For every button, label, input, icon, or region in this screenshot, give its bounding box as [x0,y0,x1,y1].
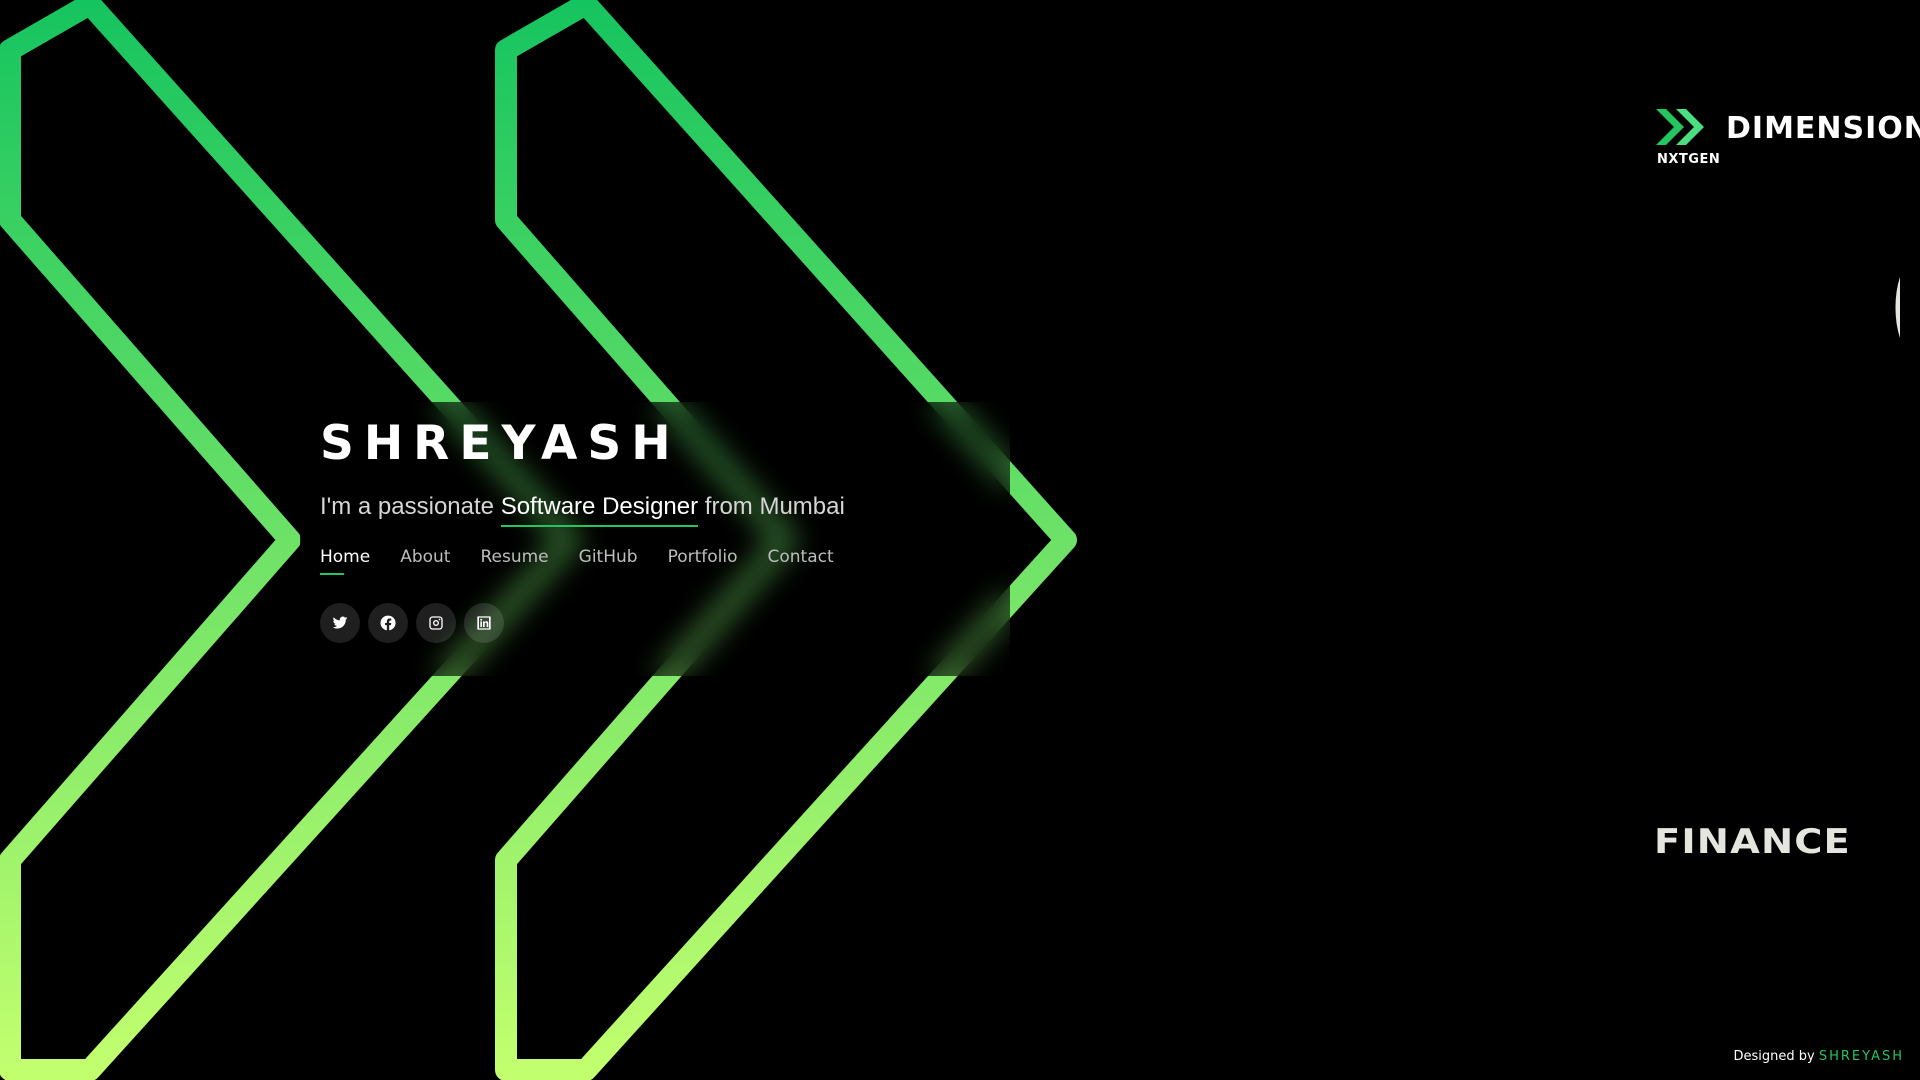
linkedin-icon [477,616,491,630]
footer-author: SHREYASH [1818,1049,1904,1064]
subtitle-prefix: I'm a passionate [320,493,501,520]
instagram-icon [429,616,443,630]
nav-about[interactable]: About [400,547,450,575]
nav-contact[interactable]: Contact [768,547,834,575]
hero: SHREYASH I'm a passionate Software Desig… [320,416,1020,643]
nav-resume[interactable]: Resume [480,547,548,575]
nav-portfolio[interactable]: Portfolio [668,547,738,575]
subtitle-highlight: Software Designer [500,495,699,527]
brand-small-text: NXTGEN [1657,152,1721,167]
brand-name: DIMENSION [1726,111,1920,146]
subtitle-suffix: from Mumbai [698,493,845,520]
nav-github[interactable]: GitHub [579,547,638,575]
twitter-icon [332,616,348,629]
hero-subtitle: I'm a passionate Software Designer from … [320,492,1020,527]
instagram-button[interactable] [416,603,456,643]
hero-title: SHREYASH [320,416,681,471]
facebook-icon [380,615,396,631]
social-links [320,603,1020,643]
nav-home[interactable]: Home [320,547,370,575]
finance-word: FINANCE [1654,822,1851,862]
dimension-logo: NXTGEN DIMENSION [1654,105,1920,175]
twitter-button[interactable] [320,603,360,643]
main-nav: Home About Resume GitHub Portfolio Conta… [320,547,1020,575]
facebook-button[interactable] [368,603,408,643]
vertical-word-text: ONE [1824,200,1900,800]
footer-prefix: Designed by [1733,1049,1819,1064]
vertical-one-word: ONE [1824,200,1900,800]
footer-credit: Designed by SHREYASH [1734,1049,1905,1064]
linkedin-button[interactable] [464,603,504,643]
